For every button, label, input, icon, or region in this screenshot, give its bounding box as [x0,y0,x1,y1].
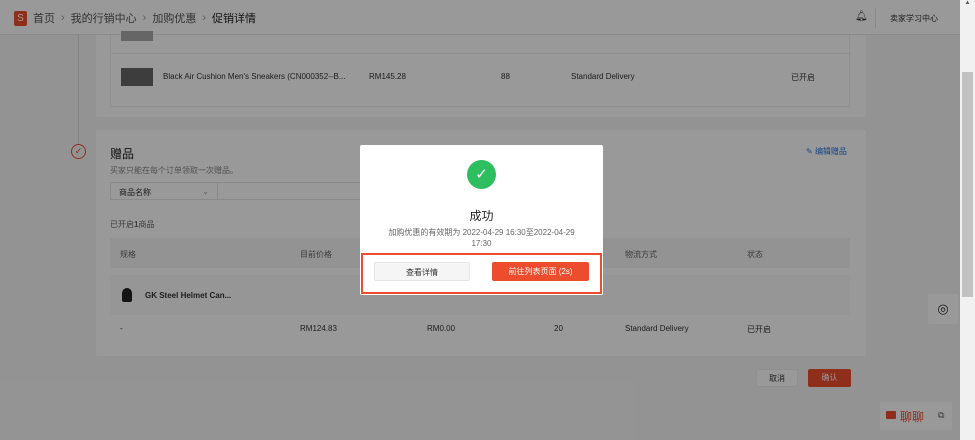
success-modal: ✓ 成功 加购优惠的有效期为 2022-04-29 16:30至2022-04-… [360,145,603,295]
go-to-list-button[interactable]: 前往列表页面 (2s) [492,262,589,281]
success-check-icon: ✓ [467,160,496,189]
view-details-button[interactable]: 查看详情 [374,262,470,281]
modal-message: 加购优惠的有效期为 2022-04-29 16:30至2022-04-29 17… [388,228,575,248]
scrollbar-thumb[interactable] [962,72,973,297]
modal-title: 成功 [469,209,494,223]
scroll-up-icon[interactable]: ▲ [960,0,975,6]
